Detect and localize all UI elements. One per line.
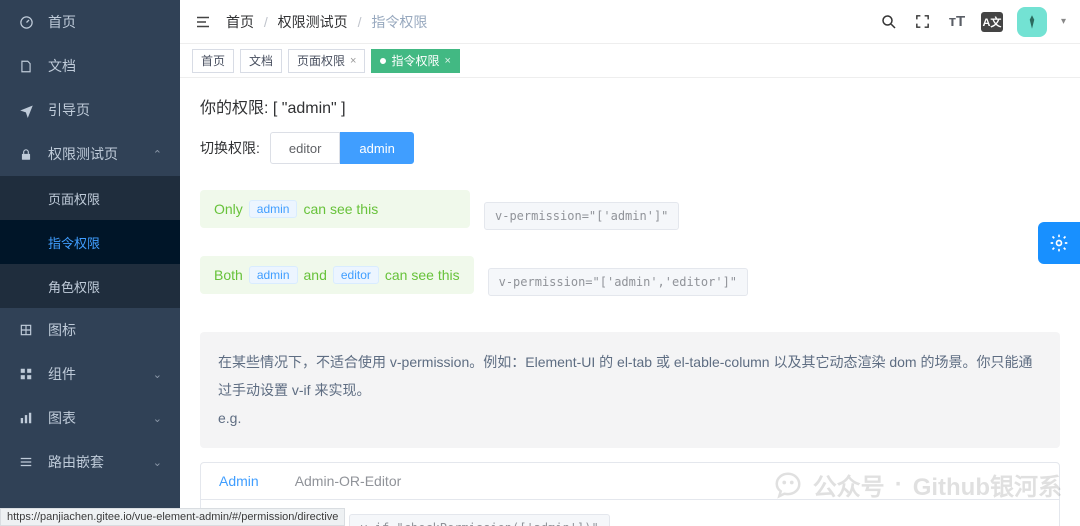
sidebar-item-label: 权限测试页: [48, 144, 118, 164]
caret-down-icon[interactable]: ▾: [1061, 16, 1066, 27]
font-size-icon[interactable]: тT: [947, 12, 967, 32]
sidebar-item-role-perm[interactable]: 角色权限: [0, 264, 180, 308]
lock-icon: [18, 147, 34, 162]
sidebar: 首页 文档 引导页 权限测试页 ⌃ 页面权限 指令权限 角色权限 图标 组件 ⌄: [0, 0, 180, 526]
chevron-up-icon: ⌃: [153, 148, 162, 161]
alert-both: Both admin and editor can see this: [200, 256, 474, 294]
sidebar-item-doc[interactable]: 文档: [0, 44, 180, 88]
sidebar-submenu: 页面权限 指令权限 角色权限: [0, 176, 180, 308]
tab-directive-perm[interactable]: 指令权限×: [371, 49, 459, 73]
admin-button[interactable]: admin: [340, 132, 413, 164]
sidebar-item-label: 组件: [48, 364, 76, 384]
chip-admin: admin: [249, 266, 298, 284]
tabs-bar: 首页 文档 页面权限× 指令权限×: [180, 44, 1080, 78]
sidebar-item-label: 路由嵌套: [48, 452, 104, 472]
sidebar-item-permission[interactable]: 权限测试页 ⌃: [0, 132, 180, 176]
permission-row-2: Both admin and editor can see this v-per…: [200, 256, 1060, 308]
topbar: 首页 / 权限测试页 / 指令权限 тT A文 ▾: [180, 0, 1080, 44]
alert-only-admin: Only admin can see this: [200, 190, 470, 228]
tab-home[interactable]: 首页: [192, 49, 234, 73]
settings-fab[interactable]: [1038, 222, 1080, 264]
crumb-home[interactable]: 首页: [226, 14, 254, 30]
chevron-down-icon: ⌄: [153, 368, 162, 381]
close-icon[interactable]: ×: [445, 55, 451, 67]
sidebar-item-nested[interactable]: 路由嵌套 ⌄: [0, 440, 180, 484]
sidebar-item-label: 文档: [48, 56, 76, 76]
chevron-down-icon: ⌄: [153, 456, 162, 469]
toolbar: тT A文 ▾: [879, 7, 1066, 37]
status-url: https://panjiachen.gitee.io/vue-element-…: [0, 508, 345, 526]
tab-admin-or-editor[interactable]: Admin-OR-Editor: [277, 463, 420, 499]
sidebar-item-icons[interactable]: 图标: [0, 308, 180, 352]
sidebar-item-home[interactable]: 首页: [0, 0, 180, 44]
chip-editor: editor: [333, 266, 379, 284]
sidebar-item-components[interactable]: 组件 ⌄: [0, 352, 180, 396]
sidebar-item-label: 图标: [48, 320, 76, 340]
search-icon[interactable]: [879, 12, 899, 32]
editor-button[interactable]: editor: [270, 132, 341, 164]
main: 首页 / 权限测试页 / 指令权限 тT A文 ▾ 首页 文档 页面权限× 指令…: [180, 0, 1080, 526]
chart-icon: [18, 411, 34, 425]
crumb-permission[interactable]: 权限测试页: [278, 14, 348, 30]
tab-admin[interactable]: Admin: [201, 463, 277, 499]
fullscreen-icon[interactable]: [913, 12, 933, 32]
code-snippet: v-permission="['admin']": [484, 202, 679, 230]
code-snippet: v-permission="['admin','editor']": [488, 268, 748, 296]
hamburger-icon[interactable]: [194, 13, 212, 31]
language-icon[interactable]: A文: [981, 12, 1003, 32]
chip-admin: admin: [249, 200, 298, 218]
sidebar-item-label: 首页: [48, 12, 76, 32]
sidebar-item-charts[interactable]: 图表 ⌄: [0, 396, 180, 440]
breadcrumb: 首页 / 权限测试页 / 指令权限: [226, 12, 427, 32]
sidebar-item-directive-perm[interactable]: 指令权限: [0, 220, 180, 264]
nested-icon: [18, 455, 34, 469]
tab-doc[interactable]: 文档: [240, 49, 282, 73]
close-icon[interactable]: ×: [350, 55, 356, 67]
doc-icon: [18, 59, 34, 74]
switch-permission: 切换权限: editor admin: [200, 132, 1060, 164]
avatar[interactable]: [1017, 7, 1047, 37]
tab-page-perm[interactable]: 页面权限×: [288, 49, 365, 73]
chevron-down-icon: ⌄: [153, 412, 162, 425]
components-icon: [18, 367, 34, 381]
sidebar-item-page-perm[interactable]: 页面权限: [0, 176, 180, 220]
your-permission: 你的权限: [ "admin" ]: [200, 94, 1060, 118]
sidebar-item-guide[interactable]: 引导页: [0, 88, 180, 132]
code-snippet: v-if="checkPermission(['admin'])": [349, 514, 609, 526]
gear-icon: [1049, 233, 1069, 253]
sidebar-item-label: 引导页: [48, 100, 90, 120]
sidebar-item-label: 图表: [48, 408, 76, 428]
crumb-current: 指令权限: [371, 14, 427, 30]
plane-icon: [18, 103, 34, 118]
dashboard-icon: [18, 15, 34, 30]
permission-row-1: Only admin can see this v-permission="['…: [200, 190, 1060, 242]
info-note: 在某些情况下，不适合使用 v-permission。例如：Element-UI …: [200, 332, 1060, 448]
content: 你的权限: [ "admin" ] 切换权限: editor admin Onl…: [180, 78, 1080, 526]
grid-icon: [18, 323, 34, 337]
